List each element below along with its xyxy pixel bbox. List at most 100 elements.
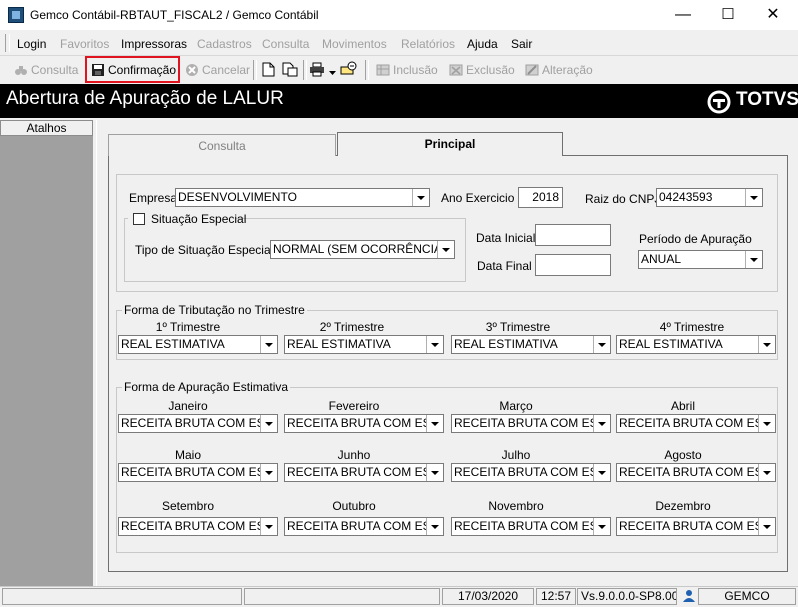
chevron-down-icon[interactable] xyxy=(745,189,762,206)
month-maio-label: Maio xyxy=(174,448,201,462)
ano-exercicio-label: Ano Exercicio xyxy=(441,191,515,205)
chevron-down-icon[interactable] xyxy=(745,251,762,268)
month-janeiro-select[interactable]: RECEITA BRUTA COM ESTI xyxy=(118,414,278,433)
month-dezembro-select-value: RECEITA BRUTA COM ESTI xyxy=(619,519,759,533)
chevron-down-icon[interactable] xyxy=(260,464,277,481)
chevron-down-icon[interactable] xyxy=(593,464,610,481)
chevron-down-icon[interactable] xyxy=(260,415,277,432)
tab-principal[interactable]: Principal xyxy=(337,132,563,156)
month-dezembro-select[interactable]: RECEITA BRUTA COM ESTI xyxy=(616,517,776,536)
empresa-label: Empresa xyxy=(129,191,178,205)
raiz-cnpj-select[interactable]: 04243593 xyxy=(656,188,763,207)
user-network-icon xyxy=(682,589,696,603)
quarter-4-label: 4º Trimestre xyxy=(659,320,725,334)
menu-sair[interactable]: Sair xyxy=(511,37,532,51)
month-janeiro-select-value: RECEITA BRUTA COM ESTI xyxy=(121,416,261,430)
menu-cadastros[interactable]: Cadastros xyxy=(197,37,252,51)
chevron-down-icon[interactable] xyxy=(260,336,277,353)
menu-consulta[interactable]: Consulta xyxy=(262,37,309,51)
month-maio-select[interactable]: RECEITA BRUTA COM ESTI xyxy=(118,463,278,482)
printer-setup-icon[interactable] xyxy=(340,61,357,80)
quarter-1-select[interactable]: REAL ESTIMATIVA xyxy=(118,335,278,354)
ano-exercicio-input[interactable]: 2018 xyxy=(518,187,563,208)
chevron-down-icon[interactable] xyxy=(426,464,443,481)
menu-ajuda[interactable]: Ajuda xyxy=(467,37,498,51)
menu-relatorios[interactable]: Relatórios xyxy=(401,37,455,51)
chevron-down-icon[interactable] xyxy=(593,415,610,432)
alteracao-button[interactable]: Alteração xyxy=(525,58,593,82)
cancel-icon xyxy=(185,63,199,77)
chevron-down-icon[interactable] xyxy=(758,518,775,535)
data-inicial-input[interactable] xyxy=(535,224,611,246)
tipo-situacao-select[interactable]: NORMAL (SEM OCORRÊNCIA DE xyxy=(270,240,455,259)
close-button[interactable]: ✕ xyxy=(750,0,796,30)
month-fevereiro-select[interactable]: RECEITA BRUTA COM ESTI xyxy=(284,414,444,433)
chevron-down-icon[interactable] xyxy=(758,464,775,481)
maximize-button[interactable]: ☐ xyxy=(705,0,751,30)
exclusao-button[interactable]: Exclusão xyxy=(449,58,515,82)
empresa-select[interactable]: DESENVOLVIMENTO xyxy=(175,188,430,207)
month-agosto-select[interactable]: RECEITA BRUTA COM ESTI xyxy=(616,463,776,482)
periodo-apuracao-select[interactable]: ANUAL xyxy=(638,250,763,269)
quarter-1-label: 1º Trimestre xyxy=(155,320,221,334)
chevron-down-icon[interactable] xyxy=(426,415,443,432)
month-abril-select[interactable]: RECEITA BRUTA COM ESTI xyxy=(616,414,776,433)
month-novembro-select[interactable]: RECEITA BRUTA COM ESTI xyxy=(451,517,611,536)
quarter-4-select[interactable]: REAL ESTIMATIVA xyxy=(616,335,776,354)
totvs-logo: TOTVS xyxy=(736,89,798,110)
chevron-down-icon[interactable] xyxy=(412,189,429,206)
printer-icon[interactable] xyxy=(309,62,325,80)
month-fevereiro-label: Fevereiro xyxy=(328,399,380,413)
confirmacao-button[interactable]: Confirmação xyxy=(91,58,176,82)
window-title: Gemco Contábil-RBTAUT_FISCAL2 / Gemco Co… xyxy=(30,8,319,22)
chevron-down-icon[interactable] xyxy=(426,518,443,535)
quarter-2-select-value: REAL ESTIMATIVA xyxy=(287,337,391,351)
tipo-situacao-value: NORMAL (SEM OCORRÊNCIA DE xyxy=(273,242,438,256)
chevron-down-icon[interactable] xyxy=(437,241,454,258)
chevron-down-icon[interactable] xyxy=(758,336,775,353)
month-marco-select-value: RECEITA BRUTA COM ESTI xyxy=(454,416,594,430)
month-outubro-label: Outubro xyxy=(332,499,376,513)
month-julho-select[interactable]: RECEITA BRUTA COM ESTI xyxy=(451,463,611,482)
chevron-down-icon[interactable] xyxy=(426,336,443,353)
copy-document-icon[interactable] xyxy=(282,62,298,80)
chevron-down-icon[interactable] xyxy=(593,518,610,535)
minimize-button[interactable]: — xyxy=(660,0,706,30)
menu-login[interactable]: Login xyxy=(17,37,46,51)
consulta-button[interactable]: Consulta xyxy=(14,58,78,82)
chevron-down-icon[interactable] xyxy=(593,336,610,353)
new-document-icon[interactable] xyxy=(262,62,275,80)
table-edit-icon xyxy=(525,63,539,77)
quarter-3-label: 3º Trimestre xyxy=(485,320,551,334)
month-marco-select[interactable]: RECEITA BRUTA COM ESTI xyxy=(451,414,611,433)
quarter-3-select-value: REAL ESTIMATIVA xyxy=(454,337,558,351)
data-final-label: Data Final xyxy=(477,259,532,273)
atalhos-tab[interactable]: Atalhos xyxy=(0,120,93,136)
inclusao-button[interactable]: Inclusão xyxy=(376,58,438,82)
toolbar-separator xyxy=(303,60,307,80)
table-add-icon xyxy=(376,63,390,77)
status-panel-2 xyxy=(244,588,440,605)
chevron-down-icon[interactable] xyxy=(758,415,775,432)
tab-consulta[interactable]: Consulta xyxy=(108,134,336,156)
menu-movimentos[interactable]: Movimentos xyxy=(322,37,387,51)
toolbar-separator xyxy=(365,60,369,80)
quarter-2-select[interactable]: REAL ESTIMATIVA xyxy=(284,335,444,354)
month-junho-label: Junho xyxy=(337,448,371,462)
month-outubro-select[interactable]: RECEITA BRUTA COM ESTI xyxy=(284,517,444,536)
quarter-2-label: 2º Trimestre xyxy=(319,320,385,334)
chevron-down-icon[interactable] xyxy=(260,518,277,535)
app-icon xyxy=(8,7,24,23)
month-setembro-select[interactable]: RECEITA BRUTA COM ESTI xyxy=(118,517,278,536)
cancelar-button[interactable]: Cancelar xyxy=(185,58,250,82)
menu-impressoras[interactable]: Impressoras xyxy=(121,37,187,51)
chevron-down-icon[interactable] xyxy=(329,65,336,79)
periodo-apuracao-value: ANUAL xyxy=(641,252,682,266)
quarter-3-select[interactable]: REAL ESTIMATIVA xyxy=(451,335,611,354)
data-final-input[interactable] xyxy=(535,254,611,276)
situacao-especial-checkbox[interactable] xyxy=(133,213,145,225)
menu-favoritos[interactable]: Favoritos xyxy=(60,37,109,51)
month-novembro-label: Novembro xyxy=(488,499,544,513)
month-fevereiro-select-value: RECEITA BRUTA COM ESTI xyxy=(287,416,427,430)
month-junho-select[interactable]: RECEITA BRUTA COM ESTI xyxy=(284,463,444,482)
